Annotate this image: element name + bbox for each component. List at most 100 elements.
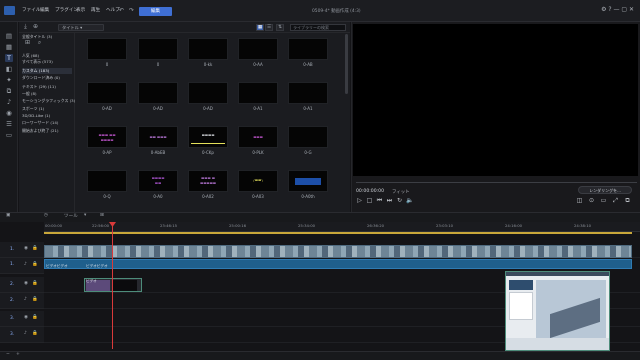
arrange-icon[interactable]: ▣ bbox=[6, 213, 10, 218]
tree-item[interactable]: ダウンロード済み (0) bbox=[22, 75, 60, 81]
volume-icon[interactable]: 🔈 bbox=[406, 197, 413, 204]
loop-icon[interactable]: ↻ bbox=[396, 197, 403, 204]
tree-item-selected[interactable]: カスタム (183) bbox=[22, 68, 72, 74]
title-thumbnail[interactable] bbox=[87, 82, 127, 104]
title-thumbnail[interactable] bbox=[288, 82, 328, 104]
preview-scrubber[interactable] bbox=[356, 182, 637, 183]
add-tag-icon[interactable]: ⊞ bbox=[24, 39, 31, 46]
particle-room-icon[interactable]: ✦ bbox=[5, 76, 13, 84]
lock-icon[interactable]: 🔒 bbox=[32, 262, 38, 267]
snapshot-icon[interactable]: ◫ bbox=[576, 197, 583, 204]
pip-thumbnail-clip[interactable] bbox=[505, 271, 610, 351]
tree-item[interactable]: モーショングラフィックス (3) bbox=[22, 98, 75, 104]
voice-over-icon[interactable]: ◉ bbox=[5, 109, 13, 117]
playhead[interactable] bbox=[112, 224, 113, 349]
media-room-icon[interactable]: ▤ bbox=[5, 32, 13, 40]
tools-dropdown-icon[interactable]: ▾ bbox=[84, 213, 86, 218]
fullscreen-icon[interactable]: ⤢ bbox=[612, 197, 619, 204]
title-thumbnail[interactable] bbox=[288, 38, 328, 60]
menu-playback[interactable]: 再生 bbox=[91, 7, 100, 13]
title-thumbnail[interactable] bbox=[288, 170, 328, 192]
tree-item[interactable]: すべて表示 (573) bbox=[22, 59, 53, 65]
window-controls[interactable]: ⚙ ? — ▢ ✕ bbox=[601, 6, 634, 13]
import-icon[interactable]: ⤓ bbox=[22, 23, 29, 30]
lock-icon[interactable]: 🔒 bbox=[32, 315, 38, 320]
play-icon[interactable]: ▷ bbox=[356, 197, 363, 204]
clock-icon[interactable]: ◷ bbox=[44, 213, 48, 218]
tree-item[interactable]: スポーツ (1) bbox=[22, 106, 44, 112]
display-icon[interactable]: ▭ bbox=[600, 197, 607, 204]
title-thumbnail[interactable] bbox=[138, 82, 178, 104]
tree-item[interactable]: テキスト (29) (11) bbox=[22, 84, 56, 90]
timeline-ruler[interactable] bbox=[44, 222, 640, 232]
menu-plugins[interactable]: プラグイン bbox=[55, 7, 78, 13]
title-thumbnail[interactable]: ╭▬▬╮ bbox=[238, 170, 278, 192]
title-thumbnail[interactable]: ▬▬▬ ▬▬▬▬▬▬ bbox=[87, 126, 127, 148]
title-thumbnail[interactable]: ▬▬▬▬ bbox=[188, 126, 228, 148]
sort-button[interactable]: ⇅ bbox=[276, 24, 284, 31]
list-view-button[interactable]: ☰ bbox=[265, 24, 273, 31]
plugin-icon[interactable]: ⊕ bbox=[32, 23, 39, 30]
speaker-icon[interactable]: ♪ bbox=[24, 297, 27, 302]
fit-dropdown[interactable]: フィット bbox=[392, 189, 409, 195]
eye-icon[interactable]: ◉ bbox=[24, 315, 28, 320]
tools-menu[interactable]: ツール bbox=[64, 213, 78, 219]
eye-icon[interactable]: ◉ bbox=[24, 281, 28, 286]
audio-clip[interactable] bbox=[44, 259, 632, 269]
title-thumbnail[interactable]: ▬▬ ▬▬▬ bbox=[138, 126, 178, 148]
title-thumbnail[interactable] bbox=[188, 38, 228, 60]
lock-icon[interactable]: 🔒 bbox=[32, 331, 38, 336]
title-thumbnail[interactable] bbox=[288, 126, 328, 148]
redo-icon[interactable]: ↷ bbox=[128, 7, 135, 14]
speaker-icon[interactable]: ♪ bbox=[24, 331, 27, 336]
render-preview-button[interactable]: レンダリングを... bbox=[578, 186, 632, 194]
camera-icon[interactable]: ⊙ bbox=[588, 197, 595, 204]
title-thumbnail[interactable] bbox=[238, 82, 278, 104]
undo-icon[interactable]: ↶ bbox=[118, 7, 125, 14]
title-thumbnail[interactable]: ▬▬▬ ▬▬▬▬▬▬ bbox=[188, 170, 228, 192]
menu-view[interactable]: 表示 bbox=[76, 7, 85, 13]
subtitle-room-icon[interactable]: ▭ bbox=[5, 131, 13, 139]
library-category-dropdown[interactable]: タイトル ▾ bbox=[58, 24, 104, 31]
transition-room-icon[interactable]: ⧉ bbox=[5, 87, 13, 95]
title-thumbnail[interactable] bbox=[188, 82, 228, 104]
title-room-icon[interactable]: T bbox=[5, 54, 13, 62]
audio-mixing-icon[interactable]: ♪ bbox=[5, 98, 13, 106]
library-search-input[interactable]: ライブラリーの検索 bbox=[290, 24, 346, 31]
lock-icon[interactable]: 🔒 bbox=[32, 246, 38, 251]
title-thumbnail[interactable]: ▬▬▬ bbox=[238, 126, 278, 148]
tree-item[interactable]: ローワーサード (14) bbox=[22, 120, 58, 126]
title-thumbnail[interactable] bbox=[87, 170, 127, 192]
fit-timeline-icon[interactable]: ⊞ bbox=[100, 213, 104, 218]
title-thumbnail[interactable]: ▬▬▬▬ ▬▬ bbox=[138, 170, 178, 192]
lock-icon[interactable]: 🔒 bbox=[32, 297, 38, 302]
work-area-bar[interactable] bbox=[44, 232, 632, 234]
pip-room-icon[interactable]: ◧ bbox=[5, 65, 13, 73]
undock-icon[interactable]: ⧉ bbox=[624, 197, 631, 204]
tree-item[interactable]: 全般タイトル (3) bbox=[22, 34, 52, 40]
menu-file[interactable]: ファイル bbox=[22, 7, 40, 13]
title-thumbnail[interactable] bbox=[238, 38, 278, 60]
tree-item[interactable]: 一般 (8) bbox=[22, 91, 37, 97]
prev-frame-icon[interactable]: ⏮ bbox=[376, 197, 383, 204]
edit-mode-button[interactable]: 編集 bbox=[139, 7, 172, 16]
search-tag-icon[interactable]: ⌕ bbox=[36, 39, 43, 46]
zoom-in-icon[interactable]: + bbox=[16, 352, 20, 357]
title-thumbnail[interactable] bbox=[138, 38, 178, 60]
title-thumbnail[interactable] bbox=[87, 38, 127, 60]
zoom-out-icon[interactable]: − bbox=[6, 352, 10, 357]
speaker-icon[interactable]: ♪ bbox=[24, 262, 27, 267]
lock-icon[interactable]: 🔒 bbox=[32, 281, 38, 286]
chapter-room-icon[interactable]: ☰ bbox=[5, 120, 13, 128]
fx-room-icon[interactable]: ▦ bbox=[5, 43, 13, 51]
tree-item[interactable]: 開始および終了 (21) bbox=[22, 128, 58, 134]
library-scrollbar[interactable] bbox=[345, 34, 348, 94]
video-clip[interactable] bbox=[44, 245, 632, 258]
next-frame-icon[interactable]: ⏭ bbox=[386, 197, 393, 204]
stop-icon[interactable]: □ bbox=[366, 197, 373, 204]
menu-edit[interactable]: 編集 bbox=[40, 7, 49, 13]
title-label: 0-PLK bbox=[252, 150, 264, 155]
tree-item[interactable]: 3D/3D-Like (1) bbox=[22, 113, 50, 118]
eye-icon[interactable]: ◉ bbox=[24, 246, 28, 251]
grid-view-button[interactable]: ▦ bbox=[256, 24, 264, 31]
